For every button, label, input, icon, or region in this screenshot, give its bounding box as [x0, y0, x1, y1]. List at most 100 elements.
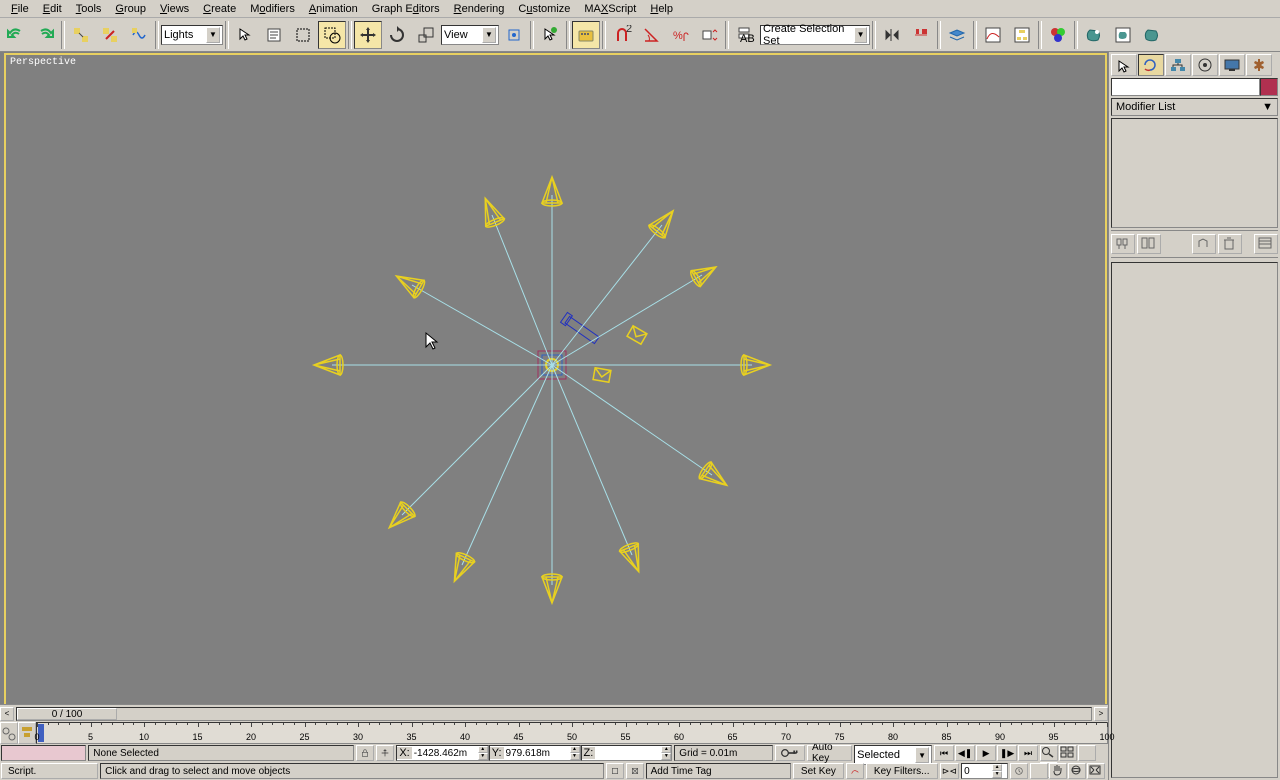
show-end-result-button[interactable]	[1137, 234, 1161, 254]
menu-create[interactable]: Create	[196, 2, 243, 16]
set-key-big-button[interactable]	[775, 745, 805, 761]
key-mode-combo[interactable]: Selected▼	[854, 745, 932, 765]
named-selset-combo[interactable]: Create Selection Set▼	[760, 25, 870, 45]
select-object-button[interactable]	[231, 21, 259, 49]
menu-edit[interactable]: Edit	[36, 2, 69, 16]
modifier-stack[interactable]	[1111, 118, 1278, 228]
goto-end-button[interactable]: ⏭	[1018, 745, 1038, 761]
select-manipulate-button[interactable]	[536, 21, 564, 49]
display-tab[interactable]	[1219, 54, 1245, 76]
menu-animation[interactable]: Animation	[302, 2, 365, 16]
goto-start-button[interactable]: ⏮	[934, 745, 954, 761]
abs-rel-transform-button[interactable]	[376, 745, 394, 761]
menu-tools[interactable]: Tools	[69, 2, 109, 16]
menu-modifiers[interactable]: Modifiers	[243, 2, 302, 16]
time-config-button[interactable]	[1010, 763, 1028, 779]
autokey-button[interactable]: Auto Key	[807, 745, 852, 761]
key-tangent-button[interactable]	[846, 763, 864, 779]
bind-spacewarp-button[interactable]	[125, 21, 153, 49]
menu-views[interactable]: Views	[153, 2, 196, 16]
script-button[interactable]: Script.	[1, 763, 98, 779]
time-slider[interactable]: < 0 / 100 >	[0, 704, 1108, 722]
layer-manager-button[interactable]	[943, 21, 971, 49]
y-coord-input[interactable]: Y:979.618m▲▼	[489, 745, 581, 761]
pan-button[interactable]	[1049, 763, 1067, 779]
setkey-button[interactable]: Set Key	[793, 763, 844, 779]
zoom-button[interactable]	[1040, 745, 1058, 761]
window-crossing-button[interactable]	[318, 21, 346, 49]
pin-stack-button[interactable]	[1111, 234, 1135, 254]
keyboard-shortcut-override-button[interactable]	[572, 21, 600, 49]
remove-modifier-button[interactable]	[1218, 234, 1242, 254]
current-frame-input[interactable]: 0▲▼	[961, 763, 1008, 779]
x-coord-input[interactable]: X:-1428.462m▲▼	[396, 745, 488, 761]
configure-sets-button[interactable]	[1254, 234, 1278, 254]
menu-help[interactable]: Help	[643, 2, 680, 16]
menu-group[interactable]: Group	[108, 2, 153, 16]
mirror-button[interactable]	[878, 21, 906, 49]
angle-snap-button[interactable]	[637, 21, 665, 49]
arc-rotate-button[interactable]	[1068, 763, 1086, 779]
play-button[interactable]: ▶	[976, 745, 996, 761]
schematic-view-button[interactable]	[1008, 21, 1036, 49]
comm-center-button[interactable]	[606, 763, 624, 779]
render-setup-button[interactable]	[1080, 21, 1108, 49]
track-bar[interactable]: 0510152025303540455055606570758085909510…	[36, 722, 1108, 744]
make-unique-button[interactable]	[1192, 234, 1216, 254]
next-frame-button[interactable]: ❚▶	[997, 745, 1017, 761]
quick-render-button[interactable]	[1138, 21, 1166, 49]
select-move-button[interactable]	[354, 21, 382, 49]
trackbar-key-mode-button[interactable]	[0, 722, 18, 744]
modify-tab[interactable]	[1138, 54, 1164, 76]
isolate-button[interactable]	[626, 763, 644, 779]
rect-select-button[interactable]	[289, 21, 317, 49]
viewport-perspective[interactable]: Perspective	[4, 53, 1107, 780]
object-name-input[interactable]	[1111, 78, 1260, 96]
percent-snap-button[interactable]: %	[666, 21, 694, 49]
named-selset-edit-button[interactable]: ABC	[731, 21, 759, 49]
pivot-center-button[interactable]	[500, 21, 528, 49]
link-button[interactable]	[67, 21, 95, 49]
prev-frame-button[interactable]: ◀❚	[955, 745, 975, 761]
trackbar-filter-button[interactable]	[18, 722, 36, 744]
material-editor-button[interactable]	[1044, 21, 1072, 49]
undo-button[interactable]	[2, 21, 30, 49]
align-button[interactable]	[907, 21, 935, 49]
menu-file[interactable]: File	[4, 2, 36, 16]
create-tab[interactable]	[1111, 54, 1137, 76]
menu-rendering[interactable]: Rendering	[447, 2, 512, 16]
key-mode-toggle-button[interactable]: ⊳⊲	[940, 763, 959, 779]
maxscript-mini-listener[interactable]	[1, 745, 86, 761]
maximize-viewport-button[interactable]	[1087, 763, 1105, 779]
timeslider-next-button[interactable]: >	[1094, 707, 1108, 721]
ref-coord-combo[interactable]: View▼	[441, 25, 499, 45]
object-color-swatch[interactable]	[1260, 78, 1278, 96]
zoom-all-button[interactable]	[1059, 745, 1077, 761]
utilities-tab[interactable]	[1246, 54, 1272, 76]
selection-filter-combo[interactable]: Lights▼	[161, 25, 223, 45]
spinner-snap-button[interactable]	[695, 21, 723, 49]
redo-button[interactable]	[31, 21, 59, 49]
modifier-list-combo[interactable]: Modifier List▼	[1111, 98, 1278, 116]
z-coord-input[interactable]: Z:▲▼	[581, 745, 673, 761]
fov-button[interactable]	[1030, 763, 1048, 779]
select-scale-button[interactable]	[412, 21, 440, 49]
timetag-label[interactable]: Add Time Tag	[646, 763, 791, 779]
hierarchy-tab[interactable]	[1165, 54, 1191, 76]
selection-lock-button[interactable]	[356, 745, 374, 761]
motion-tab[interactable]	[1192, 54, 1218, 76]
select-by-name-button[interactable]	[260, 21, 288, 49]
render-frame-button[interactable]	[1109, 21, 1137, 49]
zoom-extents-button[interactable]	[1078, 745, 1096, 761]
curve-editor-button[interactable]	[979, 21, 1007, 49]
unlink-button[interactable]	[96, 21, 124, 49]
timeslider-thumb[interactable]: 0 / 100	[17, 708, 117, 720]
timeslider-prev-button[interactable]: <	[0, 707, 14, 721]
command-panel: Modifier List▼	[1108, 52, 1280, 780]
select-rotate-button[interactable]	[383, 21, 411, 49]
menu-maxscript[interactable]: MAXScript	[577, 2, 643, 16]
menu-grapheditors[interactable]: Graph Editors	[365, 2, 447, 16]
snap-toggle-button[interactable]: 2.5	[608, 21, 636, 49]
menu-customize[interactable]: Customize	[511, 2, 577, 16]
keyfilters-button[interactable]: Key Filters...	[866, 763, 938, 779]
